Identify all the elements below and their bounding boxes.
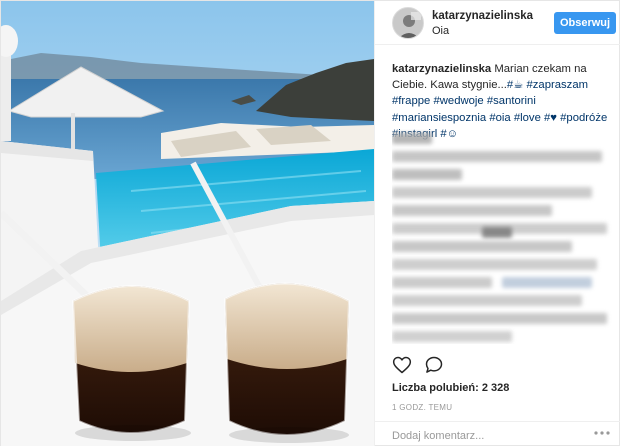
hashtag-mariansiespoznia[interactable]: #mariansiespoznia [392, 112, 486, 124]
hashtag-oia[interactable]: #oia [489, 112, 510, 124]
photo-illustration [1, 1, 374, 446]
blurred-comment-line [392, 169, 462, 180]
likes-summary[interactable]: Liczba polubień: 2 328 [392, 382, 509, 394]
blurred-comment-line [392, 295, 582, 306]
blurred-comment-line [482, 227, 512, 238]
hashtag-podroze[interactable]: #podróże [560, 112, 607, 124]
hashtag-heart[interactable]: #♥ [544, 112, 557, 124]
caption-username[interactable]: katarzynazielinska [392, 63, 491, 75]
post-location[interactable]: Oia [432, 25, 449, 37]
speech-bubble-icon-svg [425, 356, 443, 373]
hashtag-santorini[interactable]: #santorini [487, 95, 536, 107]
hashtag-zapraszam[interactable]: #zapraszam [526, 79, 588, 91]
comment-form [375, 421, 620, 446]
post-frame: katarzynazielinska Oia Obserwuj katarzyn… [0, 0, 620, 446]
avatar-image [393, 8, 423, 38]
post-photo[interactable] [1, 1, 374, 446]
heart-icon[interactable] [392, 355, 412, 375]
ellipsis-icon-svg [594, 431, 610, 435]
blurred-comment-line [392, 277, 492, 288]
follow-button[interactable]: Obserwuj [554, 12, 616, 34]
avatar[interactable] [392, 7, 424, 39]
post-sidebar: katarzynazielinska Oia Obserwuj katarzyn… [374, 1, 620, 446]
hashtag-coffee[interactable]: #☕ [507, 79, 523, 91]
blurred-comment-line [392, 331, 512, 342]
post-header: katarzynazielinska Oia Obserwuj [375, 1, 620, 45]
post-actions [392, 355, 614, 375]
blurred-comment-line [392, 241, 572, 252]
blurred-comment-line [392, 313, 607, 324]
blurred-comment-line [392, 133, 432, 144]
speech-bubble-icon[interactable] [424, 355, 444, 375]
heart-icon-svg [392, 356, 412, 374]
blurred-comments [392, 129, 614, 344]
blurred-comment-line [392, 187, 592, 198]
blurred-comment-line [392, 205, 552, 216]
post-timestamp[interactable]: 1 GODZ. TEMU [392, 403, 452, 412]
hashtag-love[interactable]: #love [514, 112, 541, 124]
comment-input[interactable] [392, 428, 552, 444]
hashtag-wedwoje[interactable]: #wedwoje [433, 95, 483, 107]
blurred-comment-line [392, 259, 597, 270]
ellipsis-icon[interactable] [593, 426, 613, 442]
likes-count: 2 328 [481, 382, 510, 394]
likes-label: Liczba polubień: [392, 382, 479, 394]
post-username[interactable]: katarzynazielinska [432, 10, 533, 22]
blurred-comment-line [392, 151, 602, 162]
hashtag-frappe[interactable]: #frappe [392, 95, 430, 107]
blurred-comment-line [502, 277, 592, 288]
